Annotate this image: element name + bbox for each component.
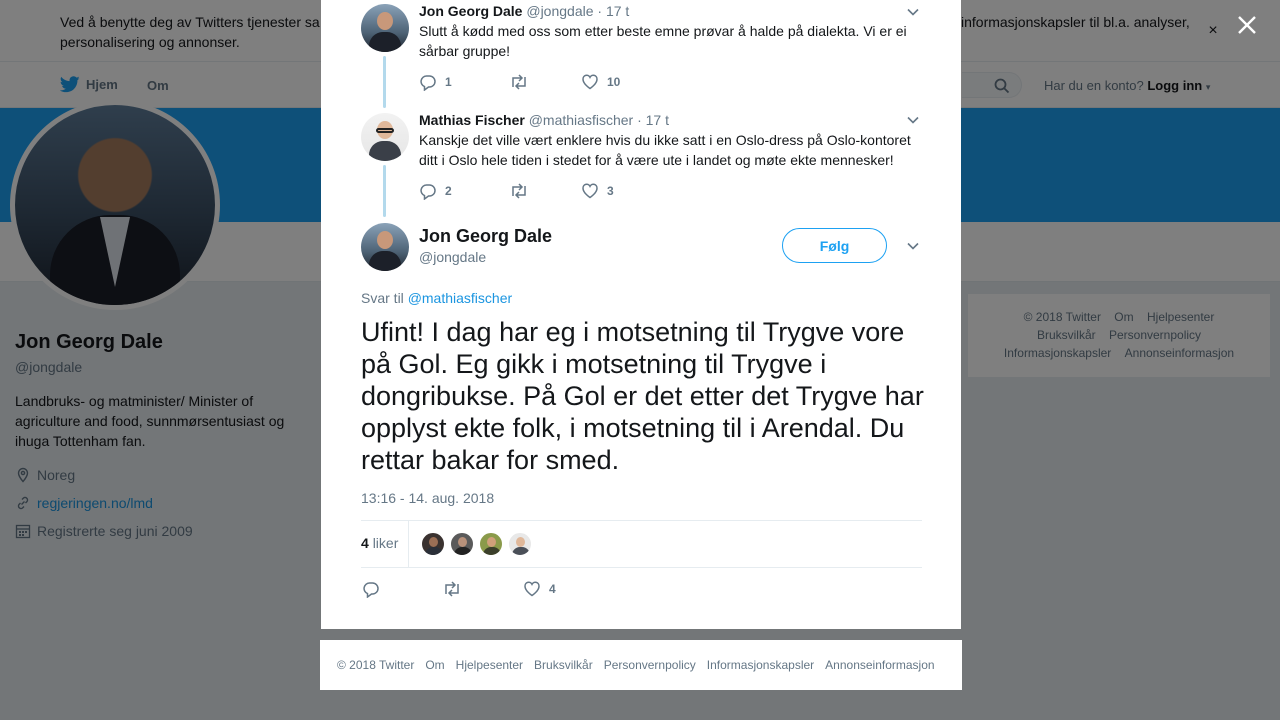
- liker-face: [516, 537, 525, 547]
- like-count: 10: [607, 75, 621, 89]
- footer-link[interactable]: Om: [425, 658, 444, 672]
- avatar-body: [369, 32, 401, 52]
- footer-link[interactable]: Bruksvilkår: [534, 658, 593, 672]
- thread-tweet[interactable]: Mathias Fischer @mathiasfischer · 17 t K…: [419, 110, 919, 170]
- liker-avatar[interactable]: [450, 532, 474, 556]
- like-count: 3: [607, 184, 614, 198]
- heart-icon: [524, 581, 540, 597]
- reply-count: 2: [445, 184, 452, 198]
- tweet-actions: 1 10: [419, 73, 620, 91]
- main-tweet-text: Ufint! I dag har eg i motsetning til Try…: [361, 317, 924, 475]
- heart-icon: [582, 74, 598, 90]
- footer-link[interactable]: Hjelpesenter: [456, 658, 523, 672]
- footer-link[interactable]: © 2018 Twitter: [337, 658, 414, 672]
- tweet-text: Kanskje det ville vært enklere hvis du i…: [419, 132, 911, 168]
- reply-button[interactable]: [362, 580, 442, 598]
- avatar-face: [377, 12, 393, 30]
- likes-count: 4: [361, 535, 369, 551]
- modal-footer: © 2018 Twitter Om Hjelpesenter Bruksvilk…: [320, 640, 962, 690]
- reply-context: Svar til @mathiasfischer: [361, 290, 512, 306]
- close-icon[interactable]: [1234, 12, 1260, 38]
- footer-link[interactable]: Annonseinformasjon: [825, 658, 934, 672]
- reply-mention-link[interactable]: @mathiasfischer: [408, 290, 512, 306]
- thread-connector: [383, 56, 386, 108]
- tweet-author-name[interactable]: Mathias Fischer: [419, 112, 525, 128]
- like-button[interactable]: 3: [581, 182, 614, 200]
- liker-body: [425, 547, 443, 555]
- avatar-body: [369, 141, 401, 161]
- follow-button[interactable]: Følg: [782, 228, 887, 263]
- main-tweet-timestamp[interactable]: 13:16 - 14. aug. 2018: [361, 490, 494, 506]
- tweet-time[interactable]: · 17 t: [637, 112, 669, 128]
- chevron-down-icon[interactable]: [905, 238, 921, 254]
- tweet-header: Jon Georg Dale @jongdale · 17 t: [419, 1, 919, 21]
- chevron-down-icon[interactable]: [905, 112, 921, 128]
- reply-button[interactable]: 2: [419, 182, 509, 200]
- tweet-modal: [321, 0, 961, 629]
- like-button[interactable]: 4: [523, 580, 556, 598]
- retweet-icon: [512, 74, 526, 90]
- reply-icon: [363, 582, 379, 598]
- retweet-icon: [512, 183, 526, 199]
- reply-count: 1: [445, 75, 452, 89]
- thread-connector: [383, 165, 386, 217]
- heart-icon: [582, 183, 598, 199]
- tweet-author-handle[interactable]: @mathiasfischer: [529, 112, 633, 128]
- reply-icon: [420, 184, 436, 200]
- reply-button[interactable]: 1: [419, 73, 509, 91]
- like-count: 4: [549, 582, 556, 596]
- chevron-down-icon[interactable]: [905, 4, 921, 20]
- avatar[interactable]: [361, 4, 409, 52]
- liker-face: [487, 537, 496, 547]
- retweet-button[interactable]: [442, 581, 523, 597]
- likes-summary[interactable]: 4 liker: [361, 535, 398, 551]
- divider: [361, 520, 922, 521]
- avatar[interactable]: [361, 113, 409, 161]
- tweet-author-name[interactable]: Jon Georg Dale: [419, 3, 522, 19]
- liker-avatar[interactable]: [508, 532, 532, 556]
- footer-link[interactable]: Informasjonskapsler: [707, 658, 814, 672]
- like-button[interactable]: 10: [581, 73, 620, 91]
- tweet-author-handle[interactable]: @jongdale: [526, 3, 593, 19]
- liker-body: [483, 547, 501, 555]
- avatar-face: [377, 231, 393, 249]
- main-tweet-author-name[interactable]: Jon Georg Dale: [419, 225, 552, 247]
- retweet-icon: [445, 581, 459, 597]
- liker-face: [429, 537, 438, 547]
- tweet-text: Slutt å kødd med oss som etter beste emn…: [419, 23, 907, 59]
- avatar[interactable]: [361, 223, 409, 271]
- divider: [361, 567, 922, 568]
- thread-tweet[interactable]: Jon Georg Dale @jongdale · 17 t Slutt å …: [419, 1, 919, 61]
- avatar-body: [369, 251, 401, 271]
- liker-avatar[interactable]: [479, 532, 503, 556]
- retweet-button[interactable]: [509, 74, 581, 90]
- tweet-actions: 2 3: [419, 182, 614, 200]
- footer-link[interactable]: Personvernpolicy: [604, 658, 696, 672]
- main-tweet-author-handle[interactable]: @jongdale: [419, 249, 486, 265]
- likes-label: liker: [372, 535, 399, 551]
- retweet-button[interactable]: [509, 183, 581, 199]
- tweet-time[interactable]: · 17 t: [597, 3, 629, 19]
- reply-icon: [420, 75, 436, 91]
- liker-body: [512, 547, 530, 555]
- liker-avatar[interactable]: [421, 532, 445, 556]
- liker-body: [454, 547, 472, 555]
- avatar-glasses: [376, 128, 394, 133]
- main-tweet-actions: 4: [362, 580, 556, 598]
- liker-face: [458, 537, 467, 547]
- reply-prefix: Svar til: [361, 290, 404, 306]
- tweet-header: Mathias Fischer @mathiasfischer · 17 t: [419, 110, 919, 130]
- divider: [408, 521, 409, 567]
